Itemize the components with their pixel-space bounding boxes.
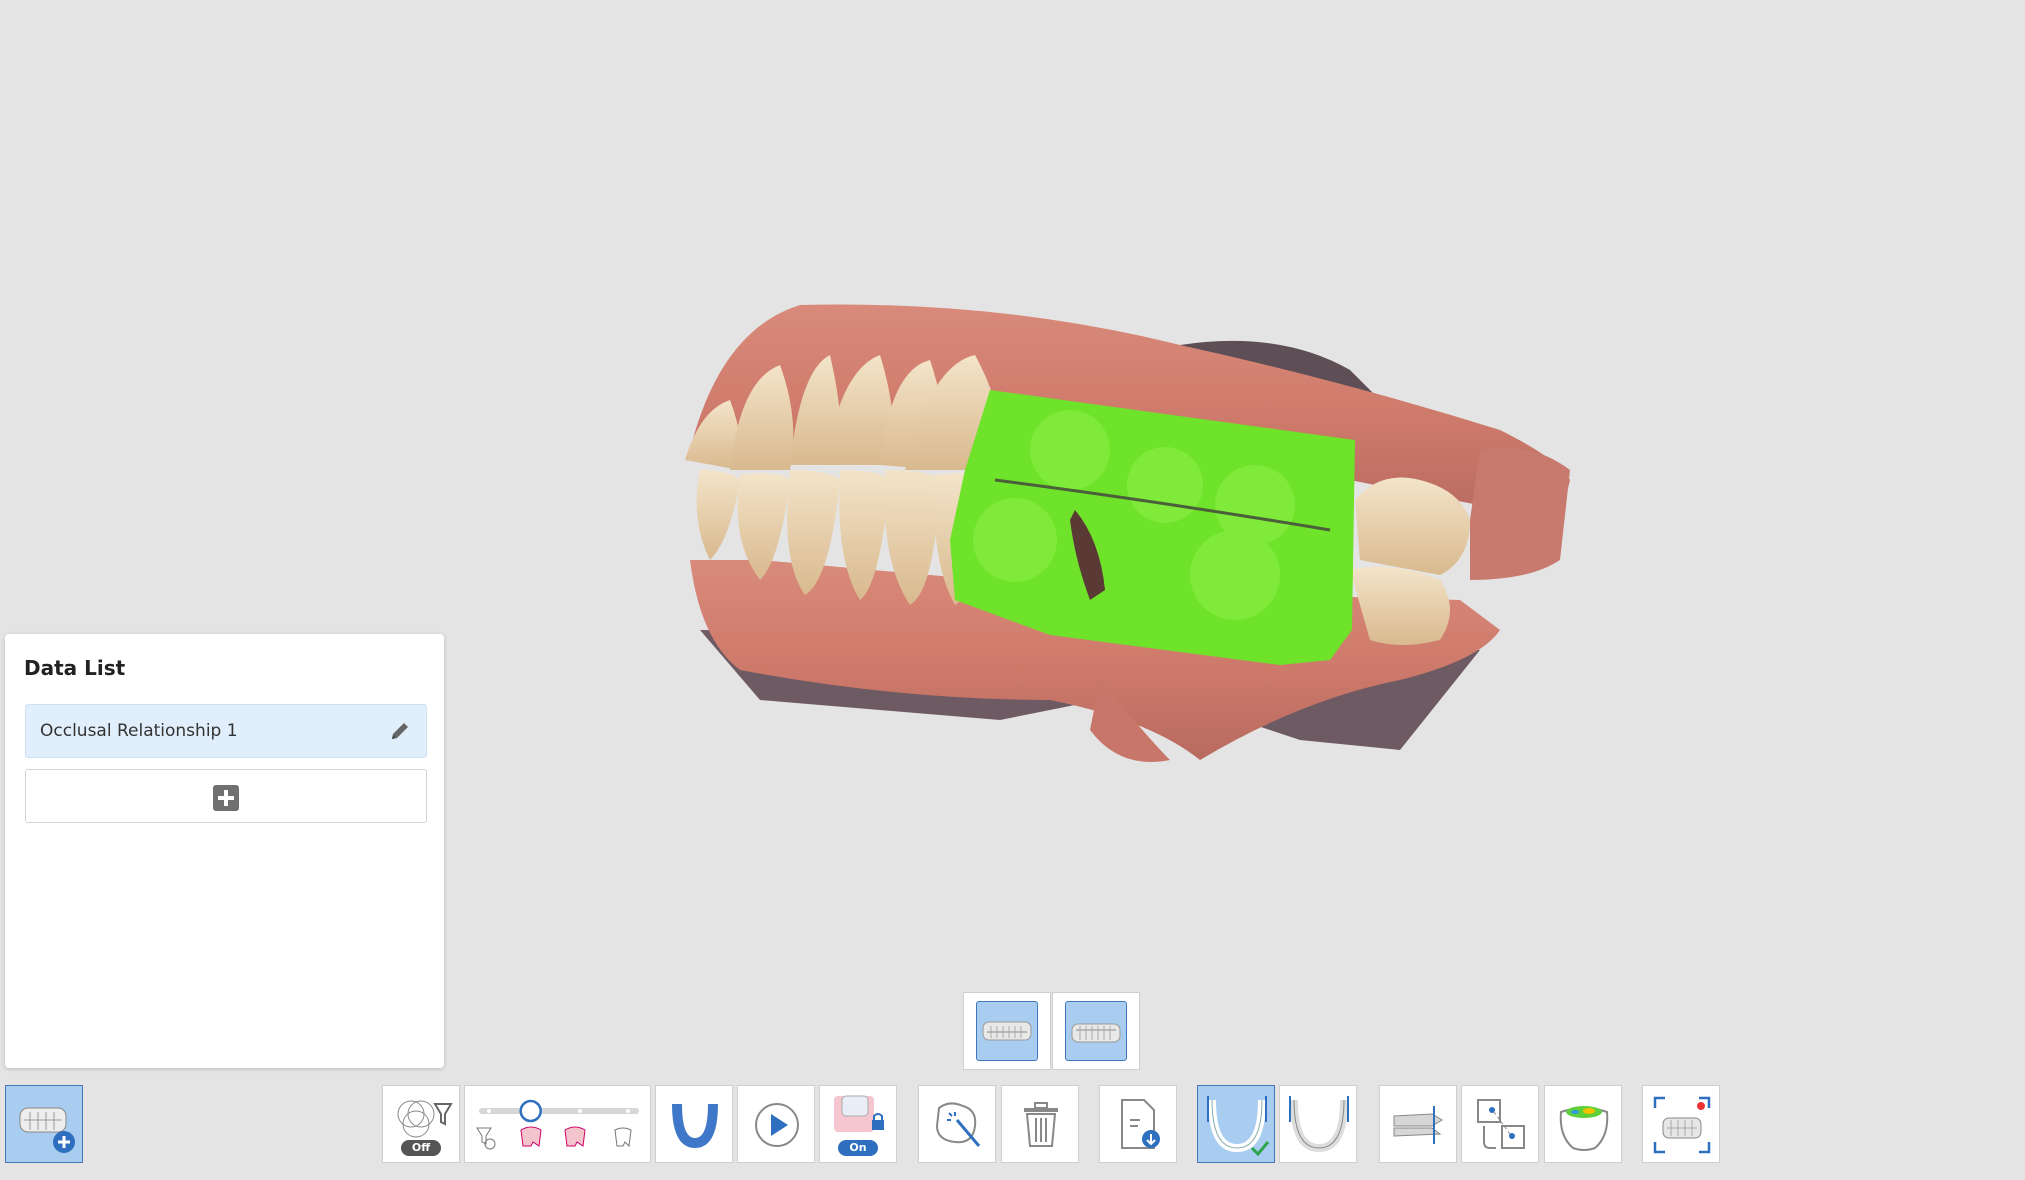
filter-toggle-state: Off [401,1140,441,1156]
align-upper-button[interactable] [1197,1085,1275,1163]
align-lower-button[interactable] [1279,1085,1357,1163]
arch-align-icon [1289,1096,1349,1153]
add-scan-icon [19,1107,75,1153]
pencil-icon[interactable] [388,719,412,743]
arch-aligned-icon [1207,1096,1270,1157]
data-list-item[interactable]: Occlusal Relationship 1 [25,704,427,758]
select-area-button[interactable] [918,1085,996,1163]
upper-jaw-icon [982,1021,1032,1041]
trash-icon [1024,1102,1058,1147]
lower-jaw-icon [1071,1023,1121,1043]
add-data-button[interactable] [25,769,427,823]
delete-button[interactable] [1001,1085,1079,1163]
play-button[interactable] [737,1085,815,1163]
lock-toggle-button[interactable]: On [819,1085,897,1163]
view-upper-jaw-button[interactable] [963,992,1051,1070]
filter-slider-track [476,1099,639,1150]
view-lower-jaw-button[interactable] [1052,992,1140,1070]
occlusion-heatmap-icon [1559,1106,1609,1151]
data-list-panel: Data List Occlusal Relationship 1 [5,634,444,1068]
filter-level-slider[interactable] [464,1085,651,1163]
lock-toggle-state: On [838,1140,878,1156]
add-scan-button[interactable] [5,1085,83,1163]
file-import-icon [1121,1099,1160,1149]
point-align-icon [1477,1099,1525,1149]
filter-toggle-button[interactable]: Off [382,1085,460,1163]
magic-select-icon [935,1102,981,1147]
occlusion-analysis-button[interactable] [1544,1085,1622,1163]
manual-align-button[interactable] [1461,1085,1539,1163]
play-icon [755,1103,799,1147]
data-list-title: Data List [24,656,126,680]
arch-view-button[interactable] [655,1085,733,1163]
arch-icon [672,1104,718,1148]
screen-capture-icon [1653,1096,1711,1154]
capture-screenshot-button[interactable] [1642,1085,1720,1163]
data-list-item-label: Occlusal Relationship 1 [40,721,238,741]
import-file-button[interactable] [1099,1085,1177,1163]
bite-side-icon [1393,1106,1443,1144]
plus-icon [213,785,239,811]
bite-view-button[interactable] [1379,1085,1457,1163]
